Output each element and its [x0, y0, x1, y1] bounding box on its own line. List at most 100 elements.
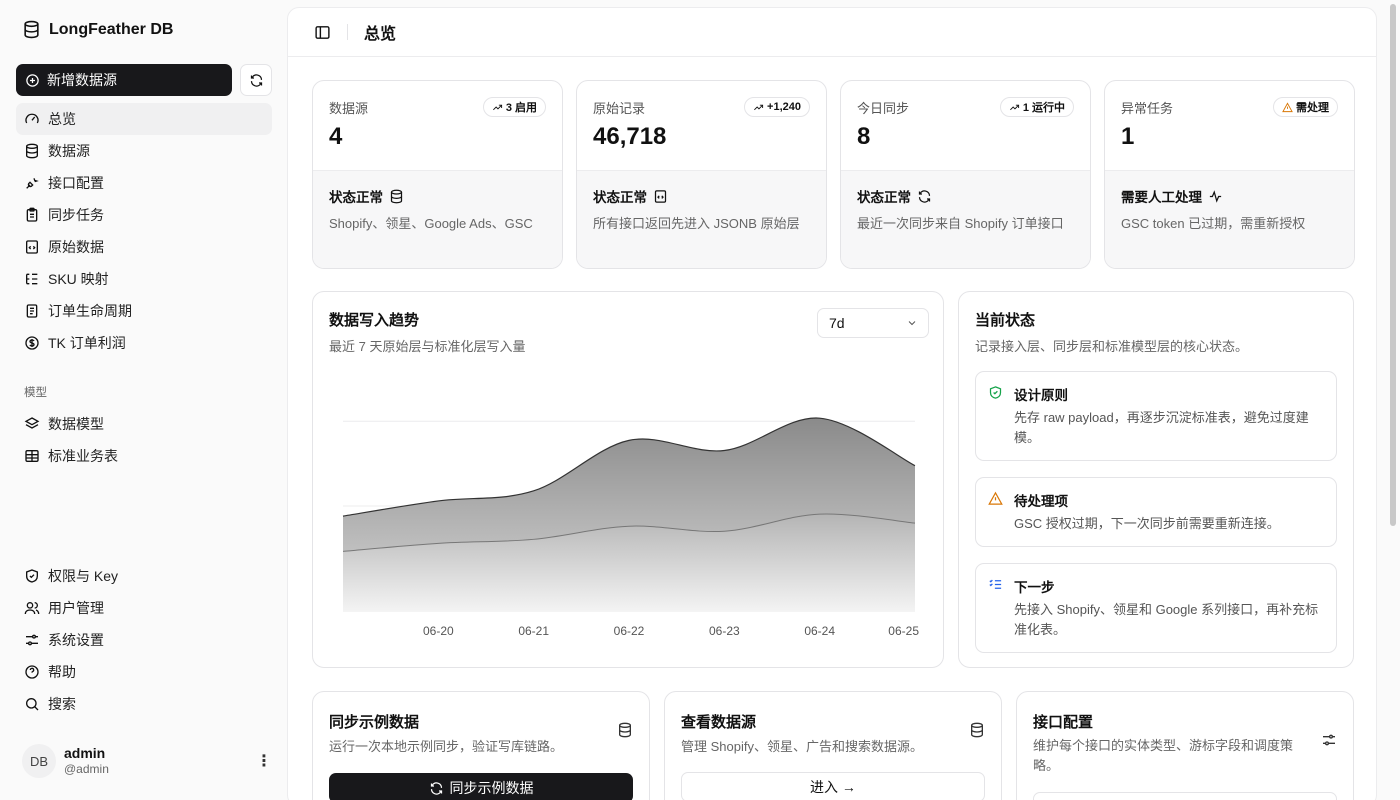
sidebar-item-api-config[interactable]: 接口配置: [16, 167, 272, 199]
stat-value: 8: [857, 123, 871, 150]
enter-datasources-button[interactable]: 进入 →: [681, 772, 985, 800]
list-check-icon: [989, 579, 1002, 589]
avatar: DB: [22, 744, 56, 778]
button-label: 进入 →: [810, 779, 856, 795]
stat-desc: GSC token 已过期，需重新授权: [1121, 216, 1306, 231]
sidebar-item-overview[interactable]: 总览: [16, 103, 272, 135]
file-code-icon: [26, 240, 38, 254]
database-icon: [24, 20, 39, 39]
sidebar-item-label: 总览: [48, 111, 76, 127]
stat-card-today-sync: 今日同步 8 1 运行中 状态正常 最近一次同步来自 Shopify 订单接口: [840, 80, 1091, 269]
section-label-models: 模型: [24, 387, 47, 399]
sidebar-item-permissions[interactable]: 权限与 Key: [16, 560, 272, 592]
stat-desc: 最近一次同步来自 Shopify 订单接口: [857, 216, 1064, 231]
new-source-button[interactable]: 新增数据源: [16, 64, 232, 96]
user-menu[interactable]: DB admin @admin ⋮: [22, 743, 272, 779]
scrollbar-thumb[interactable]: [1390, 4, 1396, 526]
refresh-button[interactable]: [240, 64, 272, 96]
stat-status: 状态正常: [329, 186, 546, 206]
sidebar-item-label: TK 订单利润: [48, 335, 126, 351]
x-tick-label: 06-22: [614, 624, 645, 638]
settings-icon: [1323, 734, 1335, 746]
refresh-icon: [250, 73, 262, 87]
sidebar-item-label: 数据源: [48, 143, 90, 159]
brand[interactable]: LongFeather DB: [22, 20, 173, 39]
action-title: 接口配置: [1033, 714, 1094, 731]
database-icon: [971, 722, 983, 738]
refresh-icon: [918, 189, 931, 203]
stat-status: 状态正常: [593, 186, 810, 206]
status-item-desc: 先存 raw payload，再逐步沉淀标准表，避免过度建模。: [1014, 410, 1309, 445]
action-desc: 管理 Shopify、领星、广告和搜索数据源。: [681, 739, 923, 754]
stat-status: 状态正常: [857, 186, 1074, 206]
sidebar-item-order-lifecycle[interactable]: 订单生命周期: [16, 295, 272, 327]
sidebar-item-sku-mapping[interactable]: SKU 映射: [16, 263, 272, 295]
table-icon: [25, 450, 39, 462]
sync-sample-button[interactable]: 同步示例数据: [329, 773, 633, 800]
file-text-icon: [26, 304, 38, 318]
api-config-button[interactable]: [1033, 792, 1337, 800]
trend-chart: 06-20 06-21 06-22 06-23 06-24 06-25: [342, 417, 919, 638]
sidebar-item-label: 接口配置: [48, 175, 104, 191]
status-item-title: 待处理项: [1014, 494, 1068, 509]
sidebar-item-label: 用户管理: [48, 600, 104, 616]
sidebar-item-datasource[interactable]: 数据源: [16, 135, 272, 167]
trend-subtitle: 最近 7 天原始层与标准化层写入量: [329, 339, 526, 354]
status-item-principle: 设计原则 先存 raw payload，再逐步沉淀标准表，避免过度建模。: [975, 371, 1337, 461]
action-card-api-config: 接口配置 维护每个接口的实体类型、游标字段和调度策略。: [1016, 691, 1354, 800]
shield-check-icon: [989, 386, 1002, 399]
status-item-title: 设计原则: [1014, 388, 1068, 403]
sidebar-item-label: 帮助: [48, 664, 76, 680]
gauge-icon: [25, 113, 39, 124]
stat-status-text: 状态正常: [329, 190, 383, 205]
sidebar-item-settings[interactable]: 系统设置: [16, 624, 272, 656]
database-icon: [619, 722, 631, 738]
main-panel: 总览 数据源 4 3 启用 状态正常 Shopify、领星、Google Ads…: [287, 7, 1377, 800]
more-vertical-icon[interactable]: ⋮: [256, 751, 272, 771]
stat-status-text: 需要人工处理: [1121, 190, 1202, 205]
plug-icon: [26, 178, 39, 189]
sidebar: LongFeather DB 新增数据源 总览 数据源 接口配置 同步任务 原始…: [0, 0, 286, 800]
stat-card-raw-records: 原始记录 46,718 +1,240 状态正常 所有接口返回先进入 JSONB …: [576, 80, 827, 269]
status-badge: 1 运行中: [999, 97, 1074, 117]
sidebar-item-sync-tasks[interactable]: 同步任务: [16, 199, 272, 231]
sidebar-item-standard-tables[interactable]: 标准业务表: [16, 440, 272, 472]
sidebar-item-label: 系统设置: [48, 632, 104, 648]
sidebar-item-raw-data[interactable]: 原始数据: [16, 231, 272, 263]
new-source-label: 新增数据源: [47, 72, 117, 88]
stat-value: 4: [329, 123, 343, 150]
page-title: 总览: [364, 26, 397, 43]
stat-card-failed-tasks: 异常任务 1 需处理 需要人工处理 GSC token 已过期，需重新授权: [1104, 80, 1355, 269]
topbar: 总览: [288, 8, 1376, 57]
sidebar-item-search[interactable]: 搜索: [16, 688, 272, 720]
chevron-down-icon: [908, 321, 916, 326]
current-status-card: 当前状态 记录接入层、同步层和标准模型层的核心状态。 设计原则 先存 raw p…: [958, 291, 1354, 668]
sidebar-item-users[interactable]: 用户管理: [16, 592, 272, 624]
action-title: 同步示例数据: [329, 714, 420, 731]
sidebar-item-tk-profit[interactable]: TK 订单利润: [16, 327, 272, 359]
sidebar-item-data-model[interactable]: 数据模型: [16, 408, 272, 440]
user-handle: @admin: [64, 762, 109, 777]
badge-text: +1,240: [767, 101, 801, 113]
help-icon: [25, 665, 39, 679]
status-item-title: 下一步: [1014, 580, 1055, 595]
status-item-desc: 先接入 Shopify、领星和 Google 系列接口，再补充标准化表。: [1014, 602, 1319, 637]
dollar-circle-icon: [25, 336, 39, 350]
database-icon: [26, 143, 38, 159]
sidebar-toggle-icon[interactable]: [314, 24, 331, 41]
scrollbar[interactable]: [1389, 0, 1397, 800]
trend-card: 数据写入趋势 最近 7 天原始层与标准化层写入量 7d 06-20 06-21 06…: [312, 291, 944, 668]
action-desc: 运行一次本地示例同步，验证写库链路。: [329, 739, 564, 754]
sidebar-item-label: SKU 映射: [48, 271, 109, 287]
status-item-pending: 待处理项 GSC 授权过期，下一次同步前需要重新连接。: [975, 477, 1337, 547]
sidebar-item-help[interactable]: 帮助: [16, 656, 272, 688]
nav-models: 模型 数据模型 标准业务表: [16, 376, 272, 472]
range-select[interactable]: 7d: [817, 308, 929, 338]
sidebar-item-label: 原始数据: [48, 239, 104, 255]
plus-circle-icon: [26, 73, 39, 87]
users-icon: [24, 602, 40, 615]
action-card-sync-sample: 同步示例数据 运行一次本地示例同步，验证写库链路。 同步示例数据: [312, 691, 650, 800]
user-name: admin: [64, 745, 106, 762]
sidebar-item-label: 标准业务表: [48, 448, 118, 464]
status-item-desc: GSC 授权过期，下一次同步前需要重新连接。: [1014, 516, 1280, 531]
